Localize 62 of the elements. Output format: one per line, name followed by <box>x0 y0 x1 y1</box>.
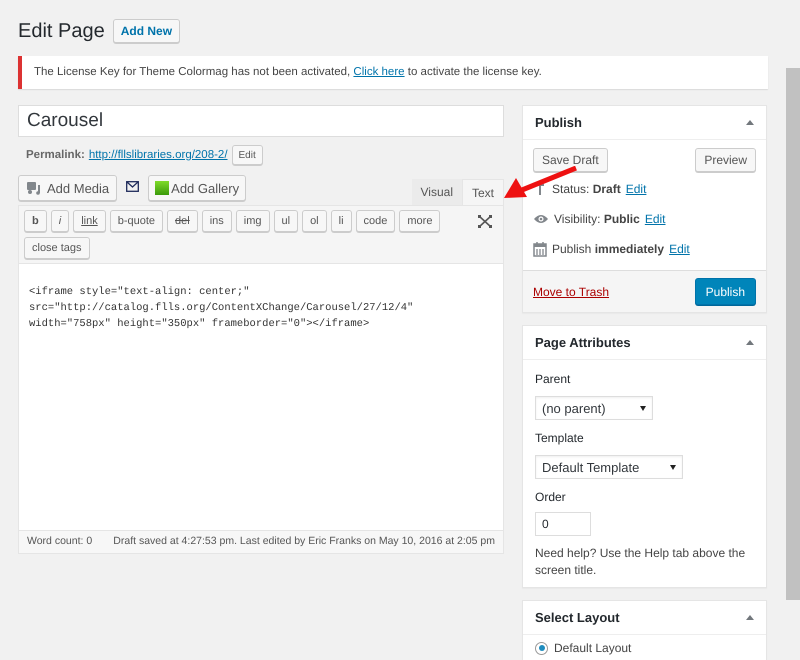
select-dropdown[interactable]: Default Template <box>535 455 683 480</box>
add-gallery-button[interactable]: Add Gallery <box>148 175 246 202</box>
quicktag-button[interactable]: img <box>236 210 270 232</box>
editor-tab[interactable]: Text <box>462 179 504 206</box>
envelope-icon[interactable] <box>126 180 140 192</box>
permalink-label: Permalink: <box>26 148 85 163</box>
title-field[interactable]: Carousel <box>18 105 504 138</box>
quicktag-button[interactable]: ins <box>202 210 232 232</box>
click-here-link[interactable]: Click here <box>353 66 405 78</box>
save-draft-button[interactable]: Save Draft <box>533 148 608 172</box>
quicktag-button[interactable]: b <box>24 210 47 232</box>
edit-link[interactable]: Edit <box>669 240 690 258</box>
quicktag-button[interactable]: code <box>356 210 396 232</box>
permalink-edit-button[interactable]: Edit <box>232 145 263 166</box>
select-dropdown[interactable]: (no parent) <box>535 396 653 420</box>
quicktag-button[interactable]: ul <box>274 210 298 232</box>
license-notice: The License Key for Theme Colormag has not been activated, Click here to activate the license key. <box>34 65 543 80</box>
calendar-icon <box>533 242 547 257</box>
preview-button[interactable]: Preview <box>695 148 756 172</box>
template-label: Template <box>535 430 585 448</box>
page-title: Edit Page <box>18 19 105 44</box>
quicktag-button[interactable]: link <box>73 210 106 232</box>
layout-option-label: Default Layout <box>554 640 632 658</box>
gallery-icon <box>155 181 170 196</box>
publish-button[interactable]: Publish <box>694 278 756 306</box>
panel-title: Select Layout <box>535 609 620 627</box>
order-label: Order <box>535 489 567 506</box>
panel-title: Page Attributes <box>535 334 631 352</box>
quicktag-button[interactable]: li <box>330 210 352 232</box>
code-line: <iframe style="text-align: center;" <box>29 285 251 300</box>
code-editor[interactable]: <iframe style="text-align: center;" src="http://catalog.flls.org/ContentXChange/Carousel/27/12/4" width="758px" height="350px" frameborder="0"></iframe> <box>18 263 504 532</box>
collapse-icon[interactable] <box>746 120 754 126</box>
move-to-trash-link[interactable]: Move to Trash <box>533 282 610 301</box>
publish-setting: Publish immediately <box>552 241 664 258</box>
quicktag-button[interactable]: more <box>399 210 440 232</box>
add-new-button[interactable]: Add New <box>112 19 180 43</box>
quicktag-button[interactable]: b-quote <box>110 210 164 232</box>
code-line: src="http://catalog.flls.org/ContentXChange/Carousel/27/12/4" <box>29 301 414 316</box>
code-line: width="758px" height="350px" frameborder="0"></iframe> <box>29 317 370 332</box>
quicktag-button[interactable]: i <box>50 210 70 232</box>
media-icon <box>26 181 42 196</box>
order-field[interactable]: 0 <box>535 512 591 536</box>
collapse-icon[interactable] <box>746 615 754 620</box>
editor-tab[interactable]: Visual <box>412 179 462 206</box>
fullscreen-icon[interactable] <box>478 215 492 228</box>
help-text: Need help? Use the Help tab above the screen title. <box>535 545 746 580</box>
draft-saved-status: Draft saved at 4:27:53 pm. Last edited by Eric Franks on May 10, 2016 at 2:05 pm <box>113 534 495 550</box>
publish-setting: Visibility: Public <box>554 211 640 228</box>
parent-label: Parent <box>535 371 572 388</box>
add-media-button[interactable]: Add Media <box>18 175 118 202</box>
edit-link[interactable]: Edit <box>644 210 666 228</box>
edit-link[interactable]: Edit <box>626 180 646 198</box>
eye-icon <box>533 213 549 226</box>
collapse-icon[interactable] <box>746 340 754 346</box>
publish-setting: Status: Draft <box>552 181 621 198</box>
panel-title: Publish <box>535 114 582 132</box>
permalink-link[interactable]: http://fllslibraries.org/208-2/ <box>88 146 228 164</box>
quicktag-button[interactable]: ol <box>302 210 327 232</box>
word-count: Word count: 0 <box>27 534 92 550</box>
quicktag-button[interactable]: del <box>167 210 198 232</box>
radio-button[interactable] <box>535 642 548 655</box>
quicktag-button[interactable]: close tags <box>24 237 90 260</box>
